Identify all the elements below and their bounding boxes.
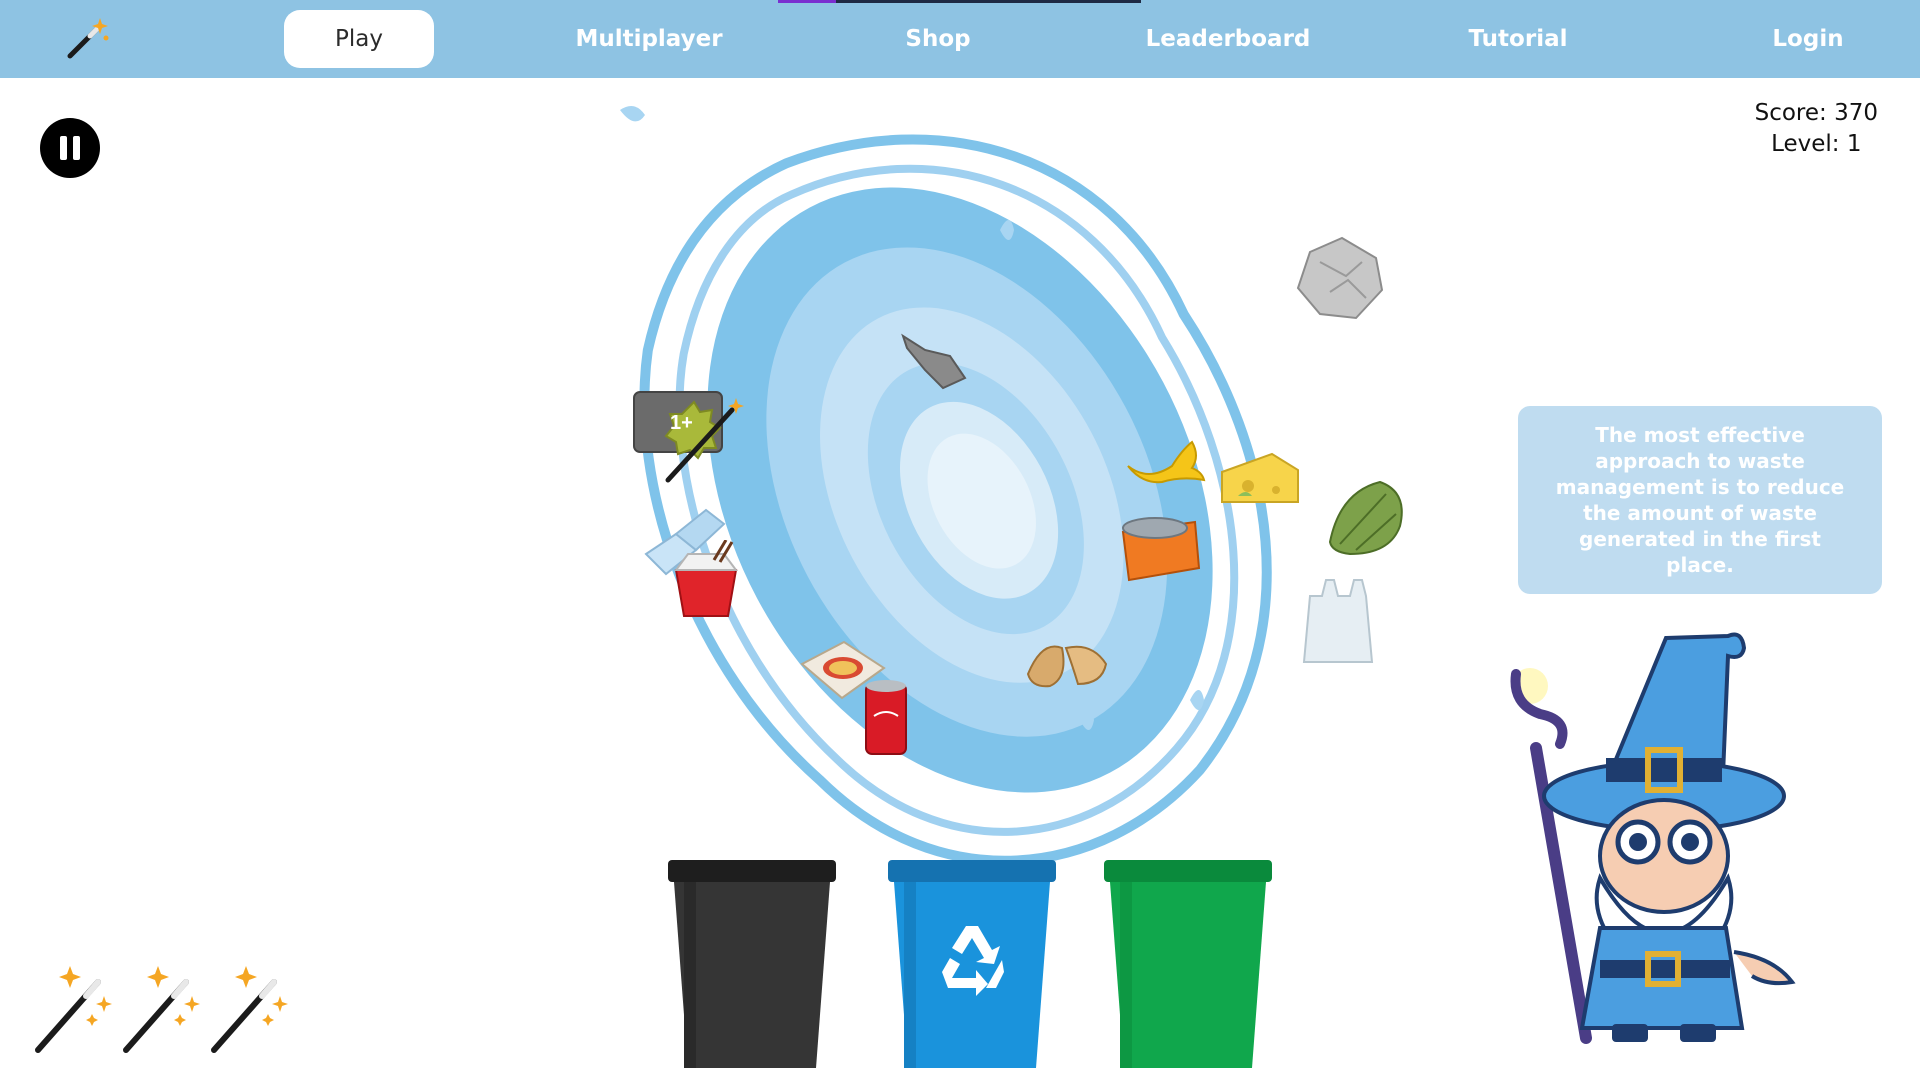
magic-wand-icon[interactable] bbox=[118, 960, 206, 1060]
recycling-bin[interactable] bbox=[884, 858, 1060, 1070]
nav-tab-shop[interactable]: Shop bbox=[863, 10, 1013, 68]
tip-text: The most effective approach to waste man… bbox=[1555, 423, 1845, 577]
magic-wand-icon[interactable] bbox=[30, 960, 118, 1060]
nav-tab-play[interactable]: Play bbox=[284, 10, 434, 68]
nav-tab-multiplayer[interactable]: Multiplayer bbox=[574, 10, 724, 68]
score-text: Score: 370 bbox=[1754, 100, 1878, 126]
takeout-box-item[interactable] bbox=[670, 540, 742, 620]
plastic-bag-item[interactable] bbox=[1298, 576, 1376, 668]
level-text: Level: 1 bbox=[1771, 131, 1862, 157]
nav-tab-tutorial[interactable]: Tutorial bbox=[1443, 10, 1593, 68]
pause-icon bbox=[60, 136, 67, 160]
powerup-badge-text: 1+ bbox=[670, 412, 693, 434]
extra-wand-powerup[interactable]: 1+ bbox=[632, 388, 752, 488]
organic-bin[interactable] bbox=[1100, 858, 1276, 1070]
loading-progress-bar bbox=[778, 0, 1141, 3]
waste-tip-box: The most effective approach to waste man… bbox=[1518, 406, 1882, 594]
crushed-can-item[interactable] bbox=[1115, 512, 1205, 586]
lettuce-item[interactable] bbox=[1320, 472, 1412, 558]
crumpled-paper-item[interactable] bbox=[1290, 232, 1388, 324]
pause-button[interactable] bbox=[40, 118, 100, 178]
nav-tab-leaderboard[interactable]: Leaderboard bbox=[1146, 10, 1311, 68]
top-navbar: Play Multiplayer Shop Leaderboard Tutori… bbox=[0, 0, 1920, 78]
score-panel: Score: 370 Level: 1 bbox=[1755, 98, 1878, 160]
cheese-item[interactable] bbox=[1218, 450, 1302, 508]
wizard-character bbox=[1510, 632, 1796, 1044]
general-waste-bin[interactable] bbox=[664, 858, 840, 1070]
loading-progress-fill bbox=[778, 0, 837, 3]
soda-can-item[interactable] bbox=[860, 676, 912, 758]
nav-tab-login[interactable]: Login bbox=[1733, 10, 1883, 68]
broken-bottle-item[interactable] bbox=[895, 326, 975, 396]
waste-vortex-portal bbox=[620, 106, 1272, 866]
magic-wand-icon[interactable] bbox=[62, 14, 112, 64]
banana-peel-item[interactable] bbox=[1122, 436, 1208, 486]
wands-remaining bbox=[30, 960, 310, 1060]
potato-peel-item[interactable] bbox=[1022, 634, 1112, 690]
magic-wand-icon[interactable] bbox=[206, 960, 294, 1060]
